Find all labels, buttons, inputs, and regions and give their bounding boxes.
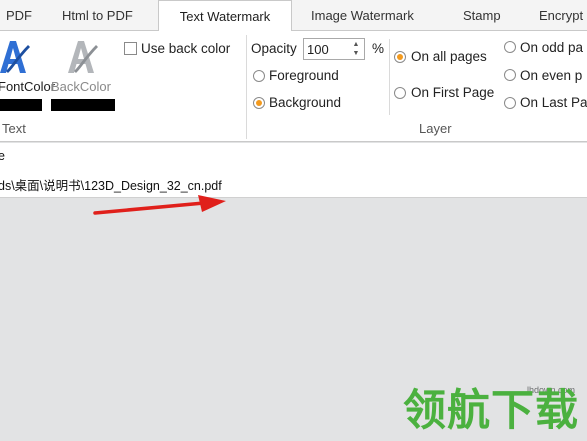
on-all-pages-radio[interactable] — [394, 51, 406, 63]
tab-html-to-pdf[interactable]: Html to PDF — [62, 0, 133, 31]
tab-stamp[interactable]: Stamp — [463, 0, 501, 31]
font-color-label[interactable]: FontColor — [0, 79, 55, 94]
on-odd-pages-label[interactable]: On odd pa — [520, 40, 583, 55]
background-radio[interactable] — [253, 97, 265, 109]
spin-down-icon[interactable]: ▼ — [350, 49, 362, 58]
use-back-color-label[interactable]: Use back color — [141, 41, 230, 56]
layer-divider — [389, 39, 390, 115]
watermark-logo-text: 领航下载 — [403, 386, 579, 436]
layer-group-label: Layer — [419, 121, 452, 136]
on-last-page-label[interactable]: On Last Pa — [520, 95, 587, 110]
background-label[interactable]: Background — [269, 95, 341, 110]
back-color-icon[interactable] — [62, 35, 102, 82]
opacity-value[interactable]: 100 — [307, 42, 329, 57]
group-divider — [246, 35, 247, 139]
on-first-page-label[interactable]: On First Page — [411, 85, 494, 100]
use-back-color-checkbox[interactable] — [124, 42, 137, 55]
back-color-swatch[interactable] — [51, 99, 115, 111]
opacity-label: Opacity — [251, 41, 297, 56]
opacity-unit: % — [372, 41, 385, 56]
on-all-pages-label[interactable]: On all pages — [411, 49, 487, 64]
on-even-pages-radio[interactable] — [504, 69, 516, 81]
file-column-header: e — [0, 149, 5, 163]
back-color-label[interactable]: BackColor — [51, 79, 111, 94]
file-path[interactable]: ds\桌面\说明书\123D_Design_32_cn.pdf — [0, 175, 222, 194]
opacity-spinner[interactable]: 100 ▲ ▼ — [303, 38, 365, 60]
tab-pdf[interactable]: PDF — [6, 0, 32, 31]
on-first-page-radio[interactable] — [394, 87, 406, 99]
tab-encrypt[interactable]: Encrypt — [539, 0, 583, 31]
font-color-swatch[interactable] — [0, 99, 42, 111]
text-group-label: Text — [2, 121, 26, 136]
on-odd-pages-radio[interactable] — [504, 41, 516, 53]
font-color-icon[interactable] — [0, 35, 34, 82]
ribbon-tab-bar: PDF Html to PDF Text Watermark Image Wat… — [0, 0, 587, 32]
foreground-radio[interactable] — [253, 70, 265, 82]
red-arrow-annotation — [92, 194, 232, 223]
spin-up-icon[interactable]: ▲ — [350, 40, 362, 49]
tab-image-watermark[interactable]: Image Watermark — [311, 0, 414, 31]
on-even-pages-label[interactable]: On even p — [520, 68, 582, 83]
file-list: e ds\桌面\说明书\123D_Design_32_cn.pdf — [0, 143, 587, 198]
tab-text-watermark[interactable]: Text Watermark — [158, 0, 292, 32]
foreground-label[interactable]: Foreground — [269, 68, 339, 83]
on-last-page-radio[interactable] — [504, 97, 516, 109]
ribbon-panel: FontColor BackColor Use back color Text … — [0, 31, 587, 142]
